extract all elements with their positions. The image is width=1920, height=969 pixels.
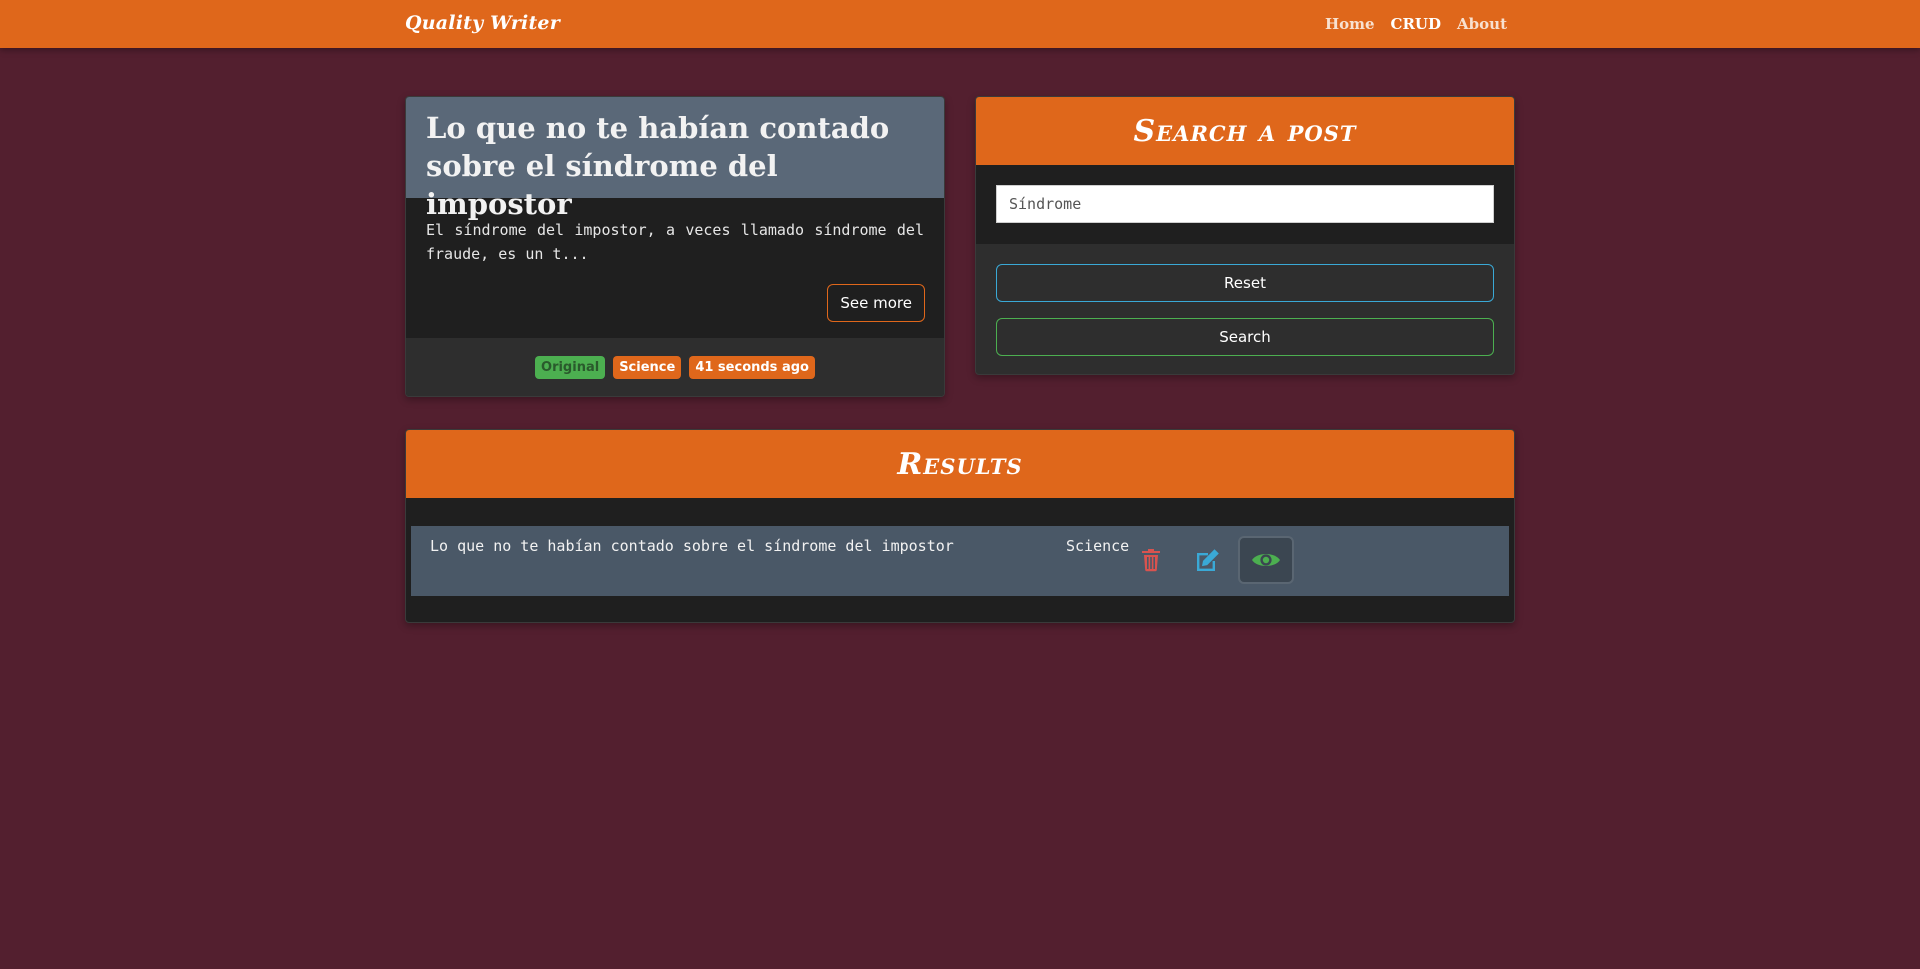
results-card-header: Results (406, 430, 1514, 498)
category-badge: Science (613, 355, 682, 379)
trash-icon (1142, 549, 1160, 572)
timestamp-badge: 41 seconds ago (689, 355, 815, 379)
results-card: Results Lo que no te habían contado sobr… (405, 429, 1515, 623)
nav-link-about[interactable]: About (1457, 15, 1507, 33)
post-card-footer: Original Science 41 seconds ago (406, 338, 944, 396)
see-more-button[interactable]: See more (827, 284, 925, 322)
navbar: Quality Writer Home CRUD About (0, 0, 1920, 48)
result-title: Lo que no te habían contado sobre el sín… (430, 537, 954, 555)
delete-button[interactable] (1123, 536, 1179, 584)
result-row: Lo que no te habían contado sobre el sín… (411, 526, 1509, 596)
search-buttons: Reset Search (976, 244, 1514, 356)
post-card-header: Lo que no te habían contado sobre el sín… (406, 97, 944, 221)
nav-link-home[interactable]: Home (1325, 15, 1375, 33)
nav-link-crud[interactable]: CRUD (1391, 15, 1442, 33)
search-button[interactable]: Search (996, 318, 1494, 356)
results-body: Lo que no te habían contado sobre el sín… (406, 498, 1514, 596)
search-input[interactable] (996, 185, 1494, 223)
search-card-header: Search a post (976, 97, 1514, 165)
reset-button[interactable]: Reset (996, 264, 1494, 302)
search-card-title: Search a post (1133, 113, 1357, 149)
nav-links: Home CRUD About (1325, 15, 1507, 33)
brand-logo[interactable]: Quality Writer (405, 12, 560, 34)
post-card-body: El síndrome del impostor, a veces llamad… (406, 198, 944, 338)
eye-icon (1252, 554, 1280, 566)
result-category: Science (1066, 537, 1130, 555)
original-badge: Original (535, 355, 606, 379)
view-button[interactable] (1238, 536, 1294, 584)
edit-icon (1197, 549, 1219, 571)
post-excerpt: El síndrome del impostor, a veces llamad… (426, 221, 924, 263)
post-card: Lo que no te habían contado sobre el sín… (405, 96, 945, 397)
results-title: Results (897, 446, 1023, 482)
search-card: Search a post Reset Search (975, 96, 1515, 375)
edit-button[interactable] (1180, 536, 1236, 584)
search-input-area (976, 165, 1514, 244)
